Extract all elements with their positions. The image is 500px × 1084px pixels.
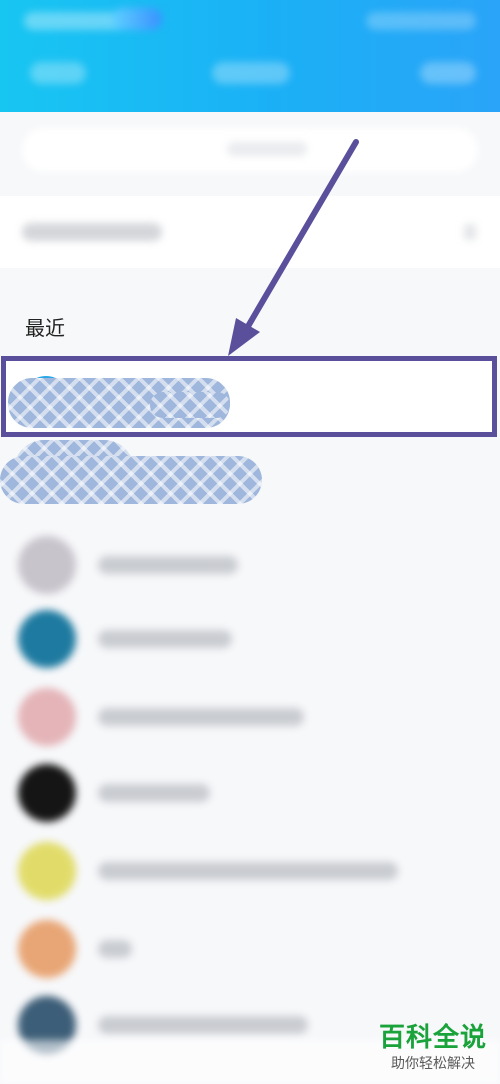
- contact-name: [98, 784, 210, 802]
- contact-name: [98, 556, 238, 574]
- list-item[interactable]: [0, 752, 500, 830]
- avatar: [18, 842, 76, 900]
- avatar: [18, 920, 76, 978]
- avatar: [18, 764, 76, 822]
- avatar: [18, 610, 76, 668]
- list-item[interactable]: [0, 676, 500, 754]
- app-logo-icon: [112, 8, 162, 30]
- contact-name: [98, 1016, 308, 1034]
- watermark-logo: 百科全说 助你轻松解决: [370, 1022, 496, 1080]
- chevron-right-icon: [464, 224, 476, 240]
- create-group-option[interactable]: [0, 196, 500, 268]
- avatar: [18, 536, 76, 594]
- list-item[interactable]: [0, 830, 500, 908]
- section-title-recent: 最近: [25, 316, 65, 340]
- contact-name: [98, 862, 398, 880]
- search-placeholder: [227, 142, 307, 156]
- contact-name: [98, 630, 232, 648]
- search-input[interactable]: [22, 128, 478, 172]
- redaction-scribble: [150, 392, 230, 418]
- avatar: [18, 688, 76, 746]
- list-item[interactable]: [0, 524, 500, 602]
- list-item[interactable]: [0, 598, 500, 676]
- option-label: [22, 223, 162, 241]
- status-bar-right: [366, 12, 476, 30]
- watermark-subtitle: 助你轻松解决: [391, 1056, 475, 1072]
- redaction-scribble: [0, 456, 262, 504]
- contact-name: [98, 708, 304, 726]
- contact-name: [98, 940, 132, 958]
- header-right-button[interactable]: [420, 62, 476, 84]
- header-left-button[interactable]: [30, 62, 86, 84]
- list-item[interactable]: [0, 908, 500, 986]
- watermark-title: 百科全说: [378, 1023, 487, 1053]
- top-header: [0, 0, 500, 112]
- header-title: [212, 62, 290, 84]
